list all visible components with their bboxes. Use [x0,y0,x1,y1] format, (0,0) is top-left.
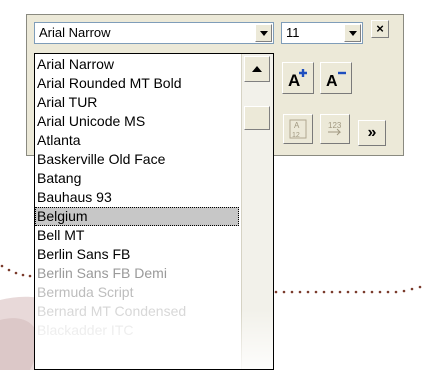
font-size-dropdown-button[interactable] [344,24,361,42]
chevron-down-icon [259,30,268,36]
svg-text:123: 123 [328,121,342,130]
text-direction-button[interactable]: 123 [320,114,350,144]
font-list-item[interactable]: Batang [35,169,239,188]
close-button[interactable]: × [371,20,389,38]
font-name-dropdown-button[interactable] [255,24,272,42]
grow-font-icon: A [288,69,307,90]
font-list-item[interactable]: Bauhaus 93 [35,188,239,207]
dotted-line-right [274,285,422,294]
font-name-value: Arial Narrow [39,25,111,40]
more-options-button[interactable]: » [358,120,386,146]
font-list-item[interactable]: Arial Narrow [35,55,239,74]
font-list-item[interactable]: Berlin Sans FB [35,245,239,264]
font-name-dropdown-list[interactable]: Arial Narrow Arial Rounded MT Bold Arial T… [34,53,274,370]
font-size-combo[interactable]: 11 [281,22,363,44]
character-scale-icon: A 12 [289,119,307,139]
font-list-item[interactable]: Berlin Sans FB Demi [35,264,239,283]
font-list-item[interactable]: Blackadder ITC [35,321,239,340]
svg-text:A: A [294,121,300,130]
shrink-font-button[interactable]: A [320,62,352,94]
grow-font-button[interactable]: A [282,62,314,94]
scroll-up-button[interactable] [244,56,270,82]
close-icon: × [376,21,384,36]
svg-text:12: 12 [292,132,300,139]
shrink-font-icon: A [326,71,346,90]
font-list: Arial Narrow Arial Rounded MT Bold Arial T… [35,55,239,340]
font-list-item[interactable]: Bermuda Script [35,283,239,302]
character-scale-button[interactable]: A 12 [283,114,313,144]
grow-font-letter: A [288,71,300,90]
scroll-thumb[interactable] [244,106,270,130]
font-list-item-selected[interactable]: Belgium [35,207,239,226]
font-list-item[interactable]: Arial TUR [35,93,239,112]
font-list-item[interactable]: Atlanta [35,131,239,150]
chevron-down-icon [348,30,357,36]
font-name-combo[interactable]: Arial Narrow [34,22,274,44]
font-list-item[interactable]: Arial Unicode MS [35,112,239,131]
list-scrollbar[interactable] [241,54,273,369]
scroll-up-icon [252,66,262,72]
more-options-icon: » [367,124,377,141]
font-size-value: 11 [286,25,300,40]
font-list-item[interactable]: Bell MT [35,226,239,245]
dotted-line-left [0,264,32,278]
font-list-item[interactable]: Bernard MT Condensed [35,302,239,321]
shrink-font-letter: A [326,73,338,90]
font-list-item[interactable]: Baskerville Old Face [35,150,239,169]
text-direction-icon: 123 [328,121,342,136]
font-list-item[interactable]: Arial Rounded MT Bold [35,74,239,93]
